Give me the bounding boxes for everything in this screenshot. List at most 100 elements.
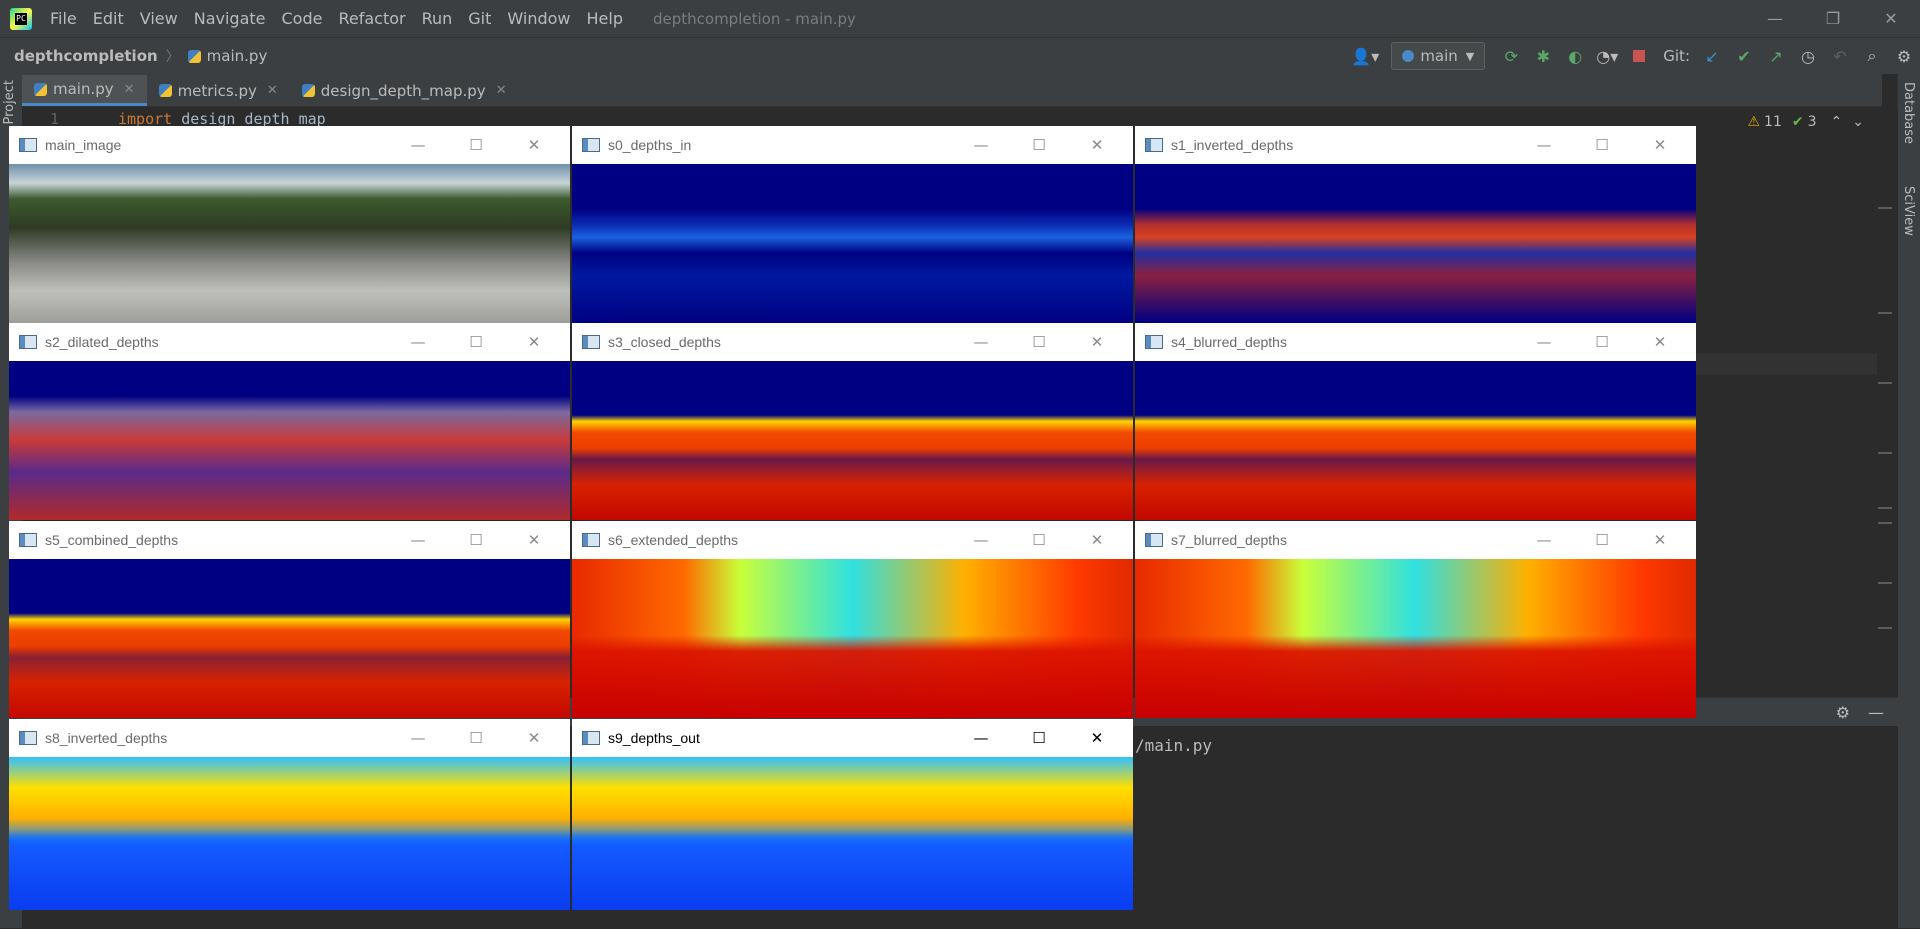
maximize-icon[interactable]: ☐ (1010, 126, 1068, 164)
opencv-window-s4-blurred-depths[interactable]: s4_blurred_depths — ☐ ✕ (1135, 323, 1696, 520)
tab-metrics-py[interactable]: metrics.py ✕ (147, 75, 290, 106)
coverage-icon[interactable]: ◐ (1561, 42, 1589, 70)
opencv-window-titlebar[interactable]: s5_combined_depths — ☐ ✕ (9, 521, 570, 559)
menu-navigate[interactable]: Navigate (186, 0, 274, 37)
opencv-window-titlebar[interactable]: s4_blurred_depths — ☐ ✕ (1135, 323, 1696, 361)
maximize-icon[interactable]: ☐ (447, 719, 505, 757)
menu-window[interactable]: Window (499, 0, 578, 37)
minimize-icon[interactable]: — (1515, 323, 1573, 361)
profile-icon[interactable]: ◔▾ (1593, 42, 1621, 70)
user-icon[interactable]: 👤▾ (1351, 42, 1379, 70)
maximize-icon[interactable]: ☐ (1573, 323, 1631, 361)
tab-close-icon[interactable]: ✕ (496, 83, 507, 98)
breadcrumb-project[interactable]: depthcompletion (14, 47, 158, 65)
opencv-window-titlebar[interactable]: s8_inverted_depths — ☐ ✕ (9, 719, 570, 757)
tab-close-icon[interactable]: ✕ (267, 83, 278, 98)
opencv-window-s9-depths-out[interactable]: s9_depths_out — ☐ ✕ (572, 719, 1133, 910)
minimize-icon[interactable]: — (1515, 126, 1573, 164)
hide-panel-icon[interactable]: — (1868, 703, 1884, 722)
maximize-icon[interactable]: ☐ (1573, 521, 1631, 559)
close-icon[interactable]: ✕ (505, 719, 563, 757)
inspection-widget[interactable]: ⚠ 11 ✔ 3 ⌃ ⌄ (1747, 114, 1864, 130)
minimize-icon[interactable]: — (389, 126, 447, 164)
maximize-icon[interactable]: ☐ (1010, 323, 1068, 361)
minimize-icon[interactable]: — (389, 521, 447, 559)
window-minimize-button[interactable]: — (1746, 0, 1804, 37)
opencv-window-titlebar[interactable]: s3_closed_depths — ☐ ✕ (572, 323, 1133, 361)
git-update-icon[interactable]: ↙ (1698, 42, 1726, 70)
git-commit-icon[interactable]: ✔ (1730, 42, 1758, 70)
minimize-icon[interactable]: — (389, 719, 447, 757)
menu-view[interactable]: View (132, 0, 186, 37)
opencv-window-s8-inverted-depths[interactable]: s8_inverted_depths — ☐ ✕ (9, 719, 570, 910)
close-icon[interactable]: ✕ (1631, 323, 1689, 361)
close-icon[interactable]: ✕ (1631, 521, 1689, 559)
search-icon[interactable]: ⌕ (1858, 42, 1886, 70)
database-tool-tab[interactable]: Database (1901, 82, 1916, 144)
close-icon[interactable]: ✕ (1631, 126, 1689, 164)
opencv-window-s2-dilated-depths[interactable]: s2_dilated_depths — ☐ ✕ (9, 323, 570, 520)
rerun-icon[interactable]: ⟳ (1497, 42, 1525, 70)
window-close-button[interactable]: ✕ (1862, 0, 1920, 37)
sciview-tool-tab[interactable]: SciView (1901, 186, 1916, 236)
close-icon[interactable]: ✕ (1068, 521, 1126, 559)
opencv-window-titlebar[interactable]: s2_dilated_depths — ☐ ✕ (9, 323, 570, 361)
menu-edit[interactable]: Edit (85, 0, 132, 37)
opencv-window-icon (582, 335, 600, 349)
opencv-window-titlebar[interactable]: s6_extended_depths — ☐ ✕ (572, 521, 1133, 559)
minimize-icon[interactable]: — (952, 126, 1010, 164)
menu-run[interactable]: Run (414, 0, 461, 37)
minimize-icon[interactable]: — (952, 719, 1010, 757)
tab-main-py[interactable]: main.py ✕ (22, 75, 147, 106)
opencv-window-s3-closed-depths[interactable]: s3_closed_depths — ☐ ✕ (572, 323, 1133, 520)
git-history-icon[interactable]: ◷ (1794, 42, 1822, 70)
opencv-window-titlebar[interactable]: s9_depths_out — ☐ ✕ (572, 719, 1133, 757)
close-icon[interactable]: ✕ (1068, 126, 1126, 164)
opencv-window-titlebar[interactable]: s7_blurred_depths — ☐ ✕ (1135, 521, 1696, 559)
close-icon[interactable]: ✕ (1068, 323, 1126, 361)
minimize-icon[interactable]: — (1515, 521, 1573, 559)
tab-close-icon[interactable]: ✕ (124, 82, 135, 97)
opencv-window-titlebar[interactable]: main_image — ☐ ✕ (9, 126, 570, 164)
maximize-icon[interactable]: ☐ (447, 323, 505, 361)
maximize-icon[interactable]: ☐ (447, 521, 505, 559)
debug-icon[interactable]: ✱ (1529, 42, 1557, 70)
settings-gear-icon[interactable]: ⚙ (1890, 42, 1918, 70)
opencv-window-main-image[interactable]: main_image — ☐ ✕ (9, 126, 570, 323)
gear-icon[interactable]: ⚙ (1836, 703, 1850, 722)
scroll-marker (1878, 382, 1892, 384)
menu-help[interactable]: Help (579, 0, 631, 37)
menu-code[interactable]: Code (274, 0, 331, 37)
chevron-up-icon[interactable]: ⌃ (1831, 114, 1843, 130)
opencv-window-s0-depths-in[interactable]: s0_depths_in — ☐ ✕ (572, 126, 1133, 323)
stop-icon[interactable] (1625, 42, 1653, 70)
opencv-window-s7-blurred-depths[interactable]: s7_blurred_depths — ☐ ✕ (1135, 521, 1696, 718)
breadcrumb-file[interactable]: main.py (187, 47, 267, 65)
minimize-icon[interactable]: — (952, 521, 1010, 559)
close-icon[interactable]: ✕ (505, 521, 563, 559)
close-icon[interactable]: ✕ (505, 323, 563, 361)
maximize-icon[interactable]: ☐ (1010, 719, 1068, 757)
close-icon[interactable]: ✕ (1068, 719, 1126, 757)
project-tool-tab[interactable]: Project (2, 80, 17, 124)
maximize-icon[interactable]: ☐ (1010, 521, 1068, 559)
opencv-window-titlebar[interactable]: s0_depths_in — ☐ ✕ (572, 126, 1133, 164)
maximize-icon[interactable]: ☐ (447, 126, 505, 164)
run-configuration-selector[interactable]: main ▼ (1391, 42, 1486, 70)
opencv-window-s1-inverted-depths[interactable]: s1_inverted_depths — ☐ ✕ (1135, 126, 1696, 323)
tab-design-depth-map-py[interactable]: design_depth_map.py ✕ (290, 75, 519, 106)
menu-git[interactable]: Git (460, 0, 499, 37)
chevron-down-icon[interactable]: ⌄ (1852, 114, 1864, 130)
window-restore-button[interactable]: ❐ (1804, 0, 1862, 37)
maximize-icon[interactable]: ☐ (1573, 126, 1631, 164)
git-rollback-icon[interactable]: ↶ (1826, 42, 1854, 70)
opencv-window-s6-extended-depths[interactable]: s6_extended_depths — ☐ ✕ (572, 521, 1133, 718)
menu-file[interactable]: File (42, 0, 85, 37)
minimize-icon[interactable]: — (952, 323, 1010, 361)
opencv-window-s5-combined-depths[interactable]: s5_combined_depths — ☐ ✕ (9, 521, 570, 718)
git-push-icon[interactable]: ↗ (1762, 42, 1790, 70)
opencv-window-titlebar[interactable]: s1_inverted_depths — ☐ ✕ (1135, 126, 1696, 164)
minimize-icon[interactable]: — (389, 323, 447, 361)
close-icon[interactable]: ✕ (505, 126, 563, 164)
menu-refactor[interactable]: Refactor (330, 0, 413, 37)
